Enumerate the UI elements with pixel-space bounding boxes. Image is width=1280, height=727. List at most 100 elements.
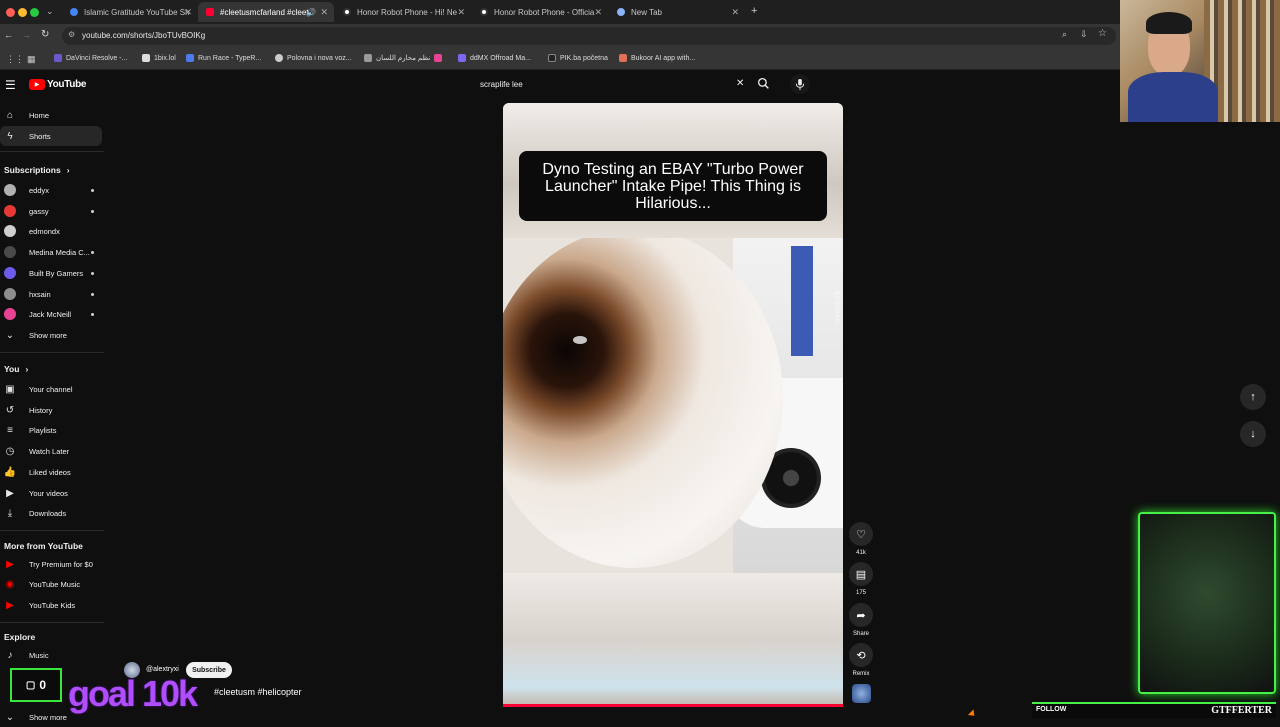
sidebar-item-watch-later[interactable]: ◷ Watch Later bbox=[0, 441, 102, 461]
bookmark-item[interactable]: Polovna i nova voz... bbox=[275, 54, 352, 62]
sidebar-item-liked-videos[interactable]: 👍 Liked videos bbox=[0, 462, 102, 482]
bookmark-favicon-icon bbox=[142, 54, 150, 62]
home-icon: ⌂ bbox=[6, 109, 14, 121]
microphone-icon bbox=[795, 78, 805, 90]
back-icon[interactable]: ← bbox=[4, 30, 13, 40]
close-tab-icon[interactable]: ✕ bbox=[320, 7, 328, 18]
sidebar-item-history[interactable]: ↺ History bbox=[0, 400, 102, 420]
remix-action[interactable]: ⟲ Remix bbox=[849, 643, 873, 677]
sidebar-item-label: Show more bbox=[29, 330, 67, 340]
bookmark-item[interactable]: ddMX Offroad Ma... bbox=[458, 54, 531, 62]
sidebar-item-label: eddyx bbox=[29, 185, 50, 195]
comment-icon[interactable]: ▤ bbox=[849, 562, 873, 586]
chrome-favicon-icon bbox=[617, 8, 625, 16]
new-tab-button[interactable]: + bbox=[751, 5, 757, 17]
close-tab-icon[interactable]: ✕ bbox=[594, 7, 602, 18]
bookmark-item[interactable]: 1bix.lol bbox=[142, 54, 176, 62]
apps-grid-icon[interactable]: ⋮⋮ bbox=[6, 54, 24, 65]
subscriptions-heading[interactable]: Subscriptions › bbox=[4, 165, 70, 175]
channel-handle[interactable]: @alextryxi bbox=[146, 666, 179, 673]
youtube-logo[interactable]: ▶ YouTube bbox=[29, 79, 87, 90]
close-window-icon[interactable] bbox=[6, 8, 15, 17]
share-icon[interactable]: ➦ bbox=[849, 603, 873, 627]
sidebar-item-label: Your channel bbox=[29, 384, 73, 394]
browser-tab-active[interactable]: #cleetusmcfarland #cleet 🔊 ✕ bbox=[198, 2, 334, 22]
sidebar-item-subscription[interactable]: edmondx bbox=[0, 221, 102, 241]
like-action[interactable]: ♡ 41k bbox=[849, 522, 873, 556]
bookmark-item[interactable] bbox=[434, 54, 446, 62]
like-icon[interactable]: ♡ bbox=[849, 522, 873, 546]
progress-bar[interactable] bbox=[503, 704, 843, 707]
sound-avatar[interactable] bbox=[852, 684, 871, 703]
audio-playing-icon[interactable]: 🔊 bbox=[306, 8, 316, 17]
previous-short-button[interactable]: ↑ bbox=[1240, 384, 1266, 410]
chevron-down-icon: ⌄ bbox=[5, 329, 15, 341]
sidebar-item-subscription[interactable]: Jack McNeill bbox=[0, 304, 102, 324]
share-action[interactable]: ➦ Share bbox=[849, 603, 873, 637]
bookmark-item[interactable]: PIK.ba početna bbox=[548, 54, 608, 62]
bookmark-label: Bukoor AI app with... bbox=[631, 54, 696, 62]
install-app-icon[interactable]: ⇩ bbox=[1080, 29, 1088, 40]
browser-tab[interactable]: Islamic Gratitude YouTube Sh ✕ bbox=[62, 2, 198, 22]
search-input[interactable]: scraplife lee bbox=[480, 80, 523, 89]
bookmark-item[interactable]: نظم محارم اللسان bbox=[364, 54, 430, 62]
more-from-youtube-heading: More from YouTube bbox=[4, 541, 83, 551]
sidebar-item-premium[interactable]: ▶ Try Premium for $0 bbox=[0, 554, 102, 574]
clear-search-icon[interactable]: ✕ bbox=[736, 78, 744, 89]
remix-icon[interactable]: ⟲ bbox=[849, 643, 873, 667]
zoom-icon[interactable]: ⌕ bbox=[1062, 29, 1067, 40]
site-info-icon[interactable]: ⚙ bbox=[68, 30, 75, 39]
video-caption-box: Dyno Testing an EBAY "Turbo Power Launch… bbox=[519, 151, 827, 221]
sidebar-show-more[interactable]: ⌄ Show more bbox=[0, 325, 102, 345]
bookmark-item[interactable]: DaVinci Resolve -... bbox=[54, 54, 127, 62]
video-hashtags[interactable]: #cleetusm #helicopter bbox=[214, 687, 302, 697]
sidebar-item-youtube-kids[interactable]: ▶ YouTube Kids bbox=[0, 595, 102, 615]
sidebar-item-your-channel[interactable]: ▣ Your channel bbox=[0, 379, 102, 399]
sidebar-item-subscription[interactable]: hxsain bbox=[0, 284, 102, 304]
pipe-reflection bbox=[573, 336, 587, 344]
sidebar-item-subscription[interactable]: eddyx bbox=[0, 180, 102, 200]
close-tab-icon[interactable]: ✕ bbox=[184, 7, 192, 18]
sidebar-item-subscription[interactable]: Built By Gamers bbox=[0, 263, 102, 283]
sidebar-item-shorts[interactable]: ϟ Shorts bbox=[0, 126, 102, 146]
sidebar-item-downloads[interactable]: ⤓ Downloads bbox=[0, 503, 102, 523]
bookmark-label: DaVinci Resolve -... bbox=[66, 54, 128, 62]
reload-icon[interactable]: ↻ bbox=[41, 29, 49, 40]
browser-tab[interactable]: Honor Robot Phone - Hi! Ne ✕ bbox=[335, 2, 471, 22]
you-heading[interactable]: You › bbox=[4, 364, 28, 374]
maximize-window-icon[interactable] bbox=[30, 8, 39, 17]
browser-tab[interactable]: Honor Robot Phone - Officia ✕ bbox=[472, 2, 608, 22]
menu-icon[interactable]: ☰ bbox=[5, 78, 16, 92]
minimize-window-icon[interactable] bbox=[18, 8, 27, 17]
youtube-music-icon: ◉ bbox=[5, 578, 15, 590]
sidebar-item-music[interactable]: ♪ Music bbox=[0, 645, 102, 665]
search-box[interactable]: scraplife lee ✕ bbox=[472, 74, 754, 96]
bookmark-item[interactable]: Bukoor AI app with... bbox=[619, 54, 695, 62]
avatar bbox=[4, 288, 16, 300]
apps-shortcut-icon[interactable]: ▦ bbox=[27, 54, 36, 65]
browser-tab[interactable]: New Tab ✕ bbox=[609, 2, 745, 22]
bookmark-label: 1bix.lol bbox=[154, 54, 176, 62]
bookmark-item[interactable]: Run Race - TypeR... bbox=[186, 54, 261, 62]
comment-action[interactable]: ▤ 175 bbox=[849, 562, 873, 596]
search-icon[interactable] bbox=[757, 77, 770, 93]
sidebar-item-your-videos[interactable]: ▶ Your videos bbox=[0, 483, 102, 503]
sidebar-item-subscription[interactable]: Medina Media C... bbox=[0, 242, 102, 262]
avatar bbox=[4, 205, 16, 217]
short-video-player[interactable]: Dyno Testing an EBAY "Turbo Power Launch… bbox=[503, 103, 843, 707]
forward-icon[interactable]: → bbox=[22, 30, 31, 40]
bookmark-star-icon[interactable]: ☆ bbox=[1098, 28, 1107, 39]
next-short-button[interactable]: ↓ bbox=[1240, 421, 1266, 447]
sidebar-item-home[interactable]: ⌂ Home bbox=[0, 105, 102, 125]
sidebar-item-youtube-music[interactable]: ◉ YouTube Music bbox=[0, 574, 102, 594]
sidebar-item-playlists[interactable]: ≡ Playlists bbox=[0, 420, 102, 440]
voice-search-button[interactable] bbox=[790, 74, 810, 94]
music-note-icon: ♪ bbox=[7, 649, 13, 661]
close-tab-icon[interactable]: ✕ bbox=[731, 7, 739, 18]
url-text[interactable]: youtube.com/shorts/JboTUvBOIKg bbox=[82, 31, 205, 40]
bookmark-favicon-icon bbox=[619, 54, 627, 62]
close-tab-icon[interactable]: ✕ bbox=[457, 7, 465, 18]
address-bar[interactable]: ⚙ youtube.com/shorts/JboTUvBOIKg ⌕ ⇩ ☆ bbox=[62, 27, 1116, 45]
tab-search-icon[interactable]: ⌄ bbox=[46, 6, 54, 17]
sidebar-item-subscription[interactable]: gassy bbox=[0, 201, 102, 221]
